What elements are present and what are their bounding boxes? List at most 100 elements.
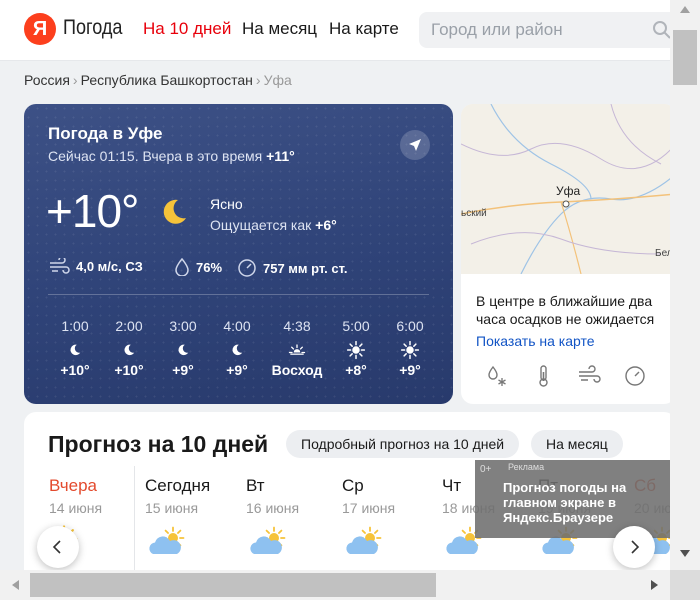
nav-map[interactable]: На карте xyxy=(329,19,399,39)
hour-item: 3:00 +9° xyxy=(156,318,210,378)
precipitation-icon[interactable] xyxy=(485,364,509,388)
breadcrumb-city: Уфа xyxy=(263,72,292,88)
yandex-logo[interactable]: Я xyxy=(24,13,56,45)
location-arrow-icon xyxy=(409,139,421,151)
forecast-day[interactable]: Сегодня 15 июня xyxy=(145,476,210,562)
current-temperature: +10° xyxy=(46,185,139,237)
next-button[interactable] xyxy=(613,526,655,568)
wind-icon[interactable] xyxy=(577,364,601,388)
thermometer-icon[interactable] xyxy=(531,364,555,388)
current-weather-card[interactable]: Погода в Уфе Сейчас 01:15. Вчера в это в… xyxy=(24,104,453,404)
precipitation-text: В центре в ближайшие два часа осадков не… xyxy=(476,293,655,327)
scroll-down-icon[interactable] xyxy=(679,549,691,559)
hour-temperature: +10° xyxy=(60,362,90,378)
hour-temperature: Восход xyxy=(271,362,323,378)
ad-banner[interactable]: 0+ Реклама Прогноз погоды на главном экр… xyxy=(475,460,671,538)
feels-like-text: Ощущается как +6° xyxy=(210,217,337,233)
forecast-day[interactable]: Вт 16 июня xyxy=(246,476,299,562)
moon-icon xyxy=(178,344,189,356)
chevron-right-icon: › xyxy=(72,72,78,88)
day-date: 17 июня xyxy=(342,500,396,516)
condition-text: Ясно xyxy=(210,196,243,212)
scroll-left-icon[interactable] xyxy=(10,579,20,591)
map-place-label: ьский xyxy=(461,208,487,219)
scroll-right-icon[interactable] xyxy=(650,579,660,591)
nav-month[interactable]: На месяц xyxy=(242,19,317,39)
hour-item: 1:00 +10° xyxy=(48,318,102,378)
breadcrumb-region[interactable]: Республика Башкортостан xyxy=(81,72,253,88)
hour-item: 4:38 Восход xyxy=(270,318,324,378)
moon-icon xyxy=(70,344,81,356)
partly-cloudy-icon xyxy=(346,526,382,554)
hour-item: 4:00 +9° xyxy=(210,318,264,378)
day-date: 14 июня xyxy=(49,500,103,516)
pressure-info: 757 мм рт. ст. xyxy=(237,258,347,278)
day-name: Ср xyxy=(342,476,364,495)
vertical-scrollbar[interactable] xyxy=(670,0,700,570)
hour-item: 6:00 +9° xyxy=(383,318,437,378)
nav-10-days[interactable]: На 10 дней xyxy=(143,19,231,39)
droplet-icon xyxy=(175,258,189,276)
day-date: 15 июня xyxy=(145,500,199,516)
wind-info: 4,0 м/с, СЗ xyxy=(48,258,143,274)
map-card[interactable]: Уфа ьский Бел В центре в ближайшие два ч… xyxy=(461,104,676,404)
hour-temperature: +9° xyxy=(226,362,248,378)
pressure-gauge-icon xyxy=(238,259,256,277)
horizontal-scrollbar[interactable] xyxy=(0,570,700,600)
humidity-info: 76% xyxy=(174,258,222,276)
moon-icon xyxy=(232,344,243,356)
hour-time: 6:00 xyxy=(396,318,424,334)
chevron-right-icon xyxy=(631,540,640,554)
scrollbar-corner xyxy=(670,570,700,600)
sun-icon xyxy=(400,340,420,360)
forecast-day[interactable]: Ср 17 июня xyxy=(342,476,395,562)
day-name: Вчера xyxy=(49,476,97,495)
sunrise-icon xyxy=(288,344,306,355)
previous-button[interactable] xyxy=(37,526,79,568)
pressure-gauge-icon[interactable] xyxy=(623,364,647,388)
header: Я Погода На 10 дней На месяц На карте xyxy=(0,0,681,61)
moon-icon xyxy=(124,344,135,356)
chevron-left-icon xyxy=(52,540,61,554)
hour-time: 4:00 xyxy=(223,318,251,334)
partly-cloudy-icon xyxy=(250,526,286,554)
detailed-forecast-button[interactable]: Подробный прогноз на 10 дней xyxy=(286,430,520,458)
hour-item: 5:00 +8° xyxy=(329,318,383,378)
ad-label: Реклама xyxy=(508,462,545,472)
hour-time: 1:00 xyxy=(61,318,89,334)
day-date: 16 июня xyxy=(246,500,300,516)
hour-temperature: +9° xyxy=(399,362,421,378)
hour-time: 4:38 xyxy=(283,318,311,334)
map-city-label: Уфа xyxy=(556,184,581,198)
logo-text[interactable]: Погода xyxy=(63,16,122,40)
vertical-scroll-thumb[interactable] xyxy=(673,30,697,85)
breadcrumb-russia[interactable]: Россия xyxy=(24,72,70,88)
ad-text[interactable]: Прогноз погоды на главном экране в Яндек… xyxy=(503,480,668,525)
divider xyxy=(134,466,135,576)
search-input[interactable] xyxy=(419,12,681,48)
current-time-text: Сейчас 01:15. Вчера в это время +11° xyxy=(48,148,295,164)
locate-button[interactable] xyxy=(400,130,430,160)
day-name: Вт xyxy=(246,476,265,495)
current-weather-title: Погода в Уфе xyxy=(48,124,163,143)
scroll-up-icon[interactable] xyxy=(679,4,691,14)
chevron-right-icon: › xyxy=(255,72,261,88)
search-icon[interactable] xyxy=(652,20,672,40)
hour-time: 5:00 xyxy=(342,318,370,334)
wind-icon xyxy=(50,258,70,274)
partly-cloudy-icon xyxy=(149,526,185,554)
show-on-map-link[interactable]: Показать на карте xyxy=(476,333,595,349)
hour-item: 2:00 +10° xyxy=(102,318,156,378)
sun-icon xyxy=(346,340,366,360)
age-rating: 0+ xyxy=(480,464,492,475)
horizontal-scroll-thumb[interactable] xyxy=(30,573,436,597)
hour-time: 3:00 xyxy=(169,318,197,334)
moon-icon xyxy=(163,199,186,224)
forecast-title: Прогноз на 10 дней xyxy=(48,431,269,457)
hour-temperature: +9° xyxy=(172,362,194,378)
day-name: Сегодня xyxy=(145,476,211,495)
month-forecast-button[interactable]: На месяц xyxy=(531,430,623,458)
divider xyxy=(48,294,429,295)
hour-temperature: +8° xyxy=(345,362,367,378)
breadcrumb: Россия › Республика Башкортостан › Уфа xyxy=(24,72,292,88)
